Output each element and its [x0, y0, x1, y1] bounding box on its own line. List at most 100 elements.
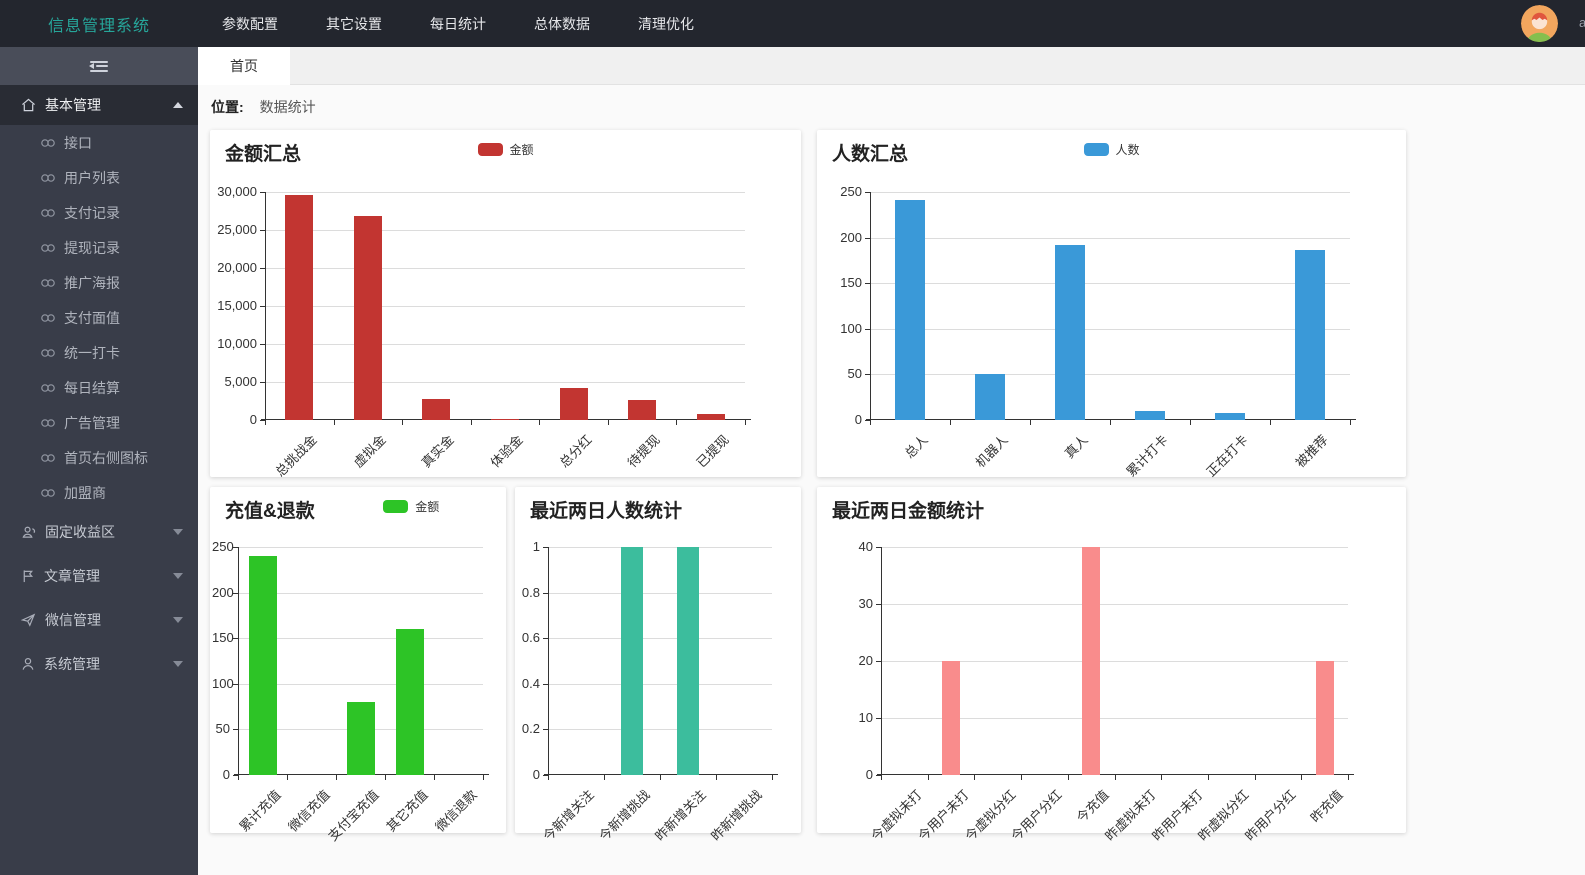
y-axis-label: 0 — [212, 412, 257, 427]
menu-item-other-settings[interactable]: 其它设置 — [302, 0, 406, 47]
top-navbar: 信息管理系统 参数配置 其它设置 每日统计 总体数据 清理优化 a — [0, 0, 1585, 47]
bar[interactable] — [1135, 411, 1165, 420]
sidebar-item-wechat-management[interactable]: 微信管理 — [0, 598, 198, 642]
bar[interactable] — [422, 399, 450, 420]
y-axis-label: 0 — [819, 767, 873, 782]
subitem-label: 提现记录 — [64, 238, 120, 258]
sidebar-collapse-toggle[interactable] — [0, 47, 198, 85]
bar[interactable] — [285, 195, 313, 420]
sidebar-subitem-daily-settlement[interactable]: 每日结算 — [0, 370, 198, 405]
chart-plot: 00.20.40.60.81今新增关注今新增挑战昨新增关注昨新增挑战 — [548, 547, 772, 775]
sidebar-subitem-payment-value[interactable]: 支付面值 — [0, 300, 198, 335]
y-axis-label: 5,000 — [212, 374, 257, 389]
sidebar: 基本管理 接口 用户列表 支付记录 提现记录 推广海报 — [0, 47, 198, 875]
x-axis-tick — [1348, 775, 1349, 780]
bar[interactable] — [1215, 413, 1245, 420]
sidebar-item-label: 系统管理 — [44, 654, 100, 674]
subitem-label: 广告管理 — [64, 413, 120, 433]
sidebar-item-fixed-income[interactable]: 固定收益区 — [0, 510, 198, 554]
sidebar-item-label: 基本管理 — [45, 95, 101, 115]
bar[interactable] — [677, 547, 699, 775]
bar[interactable] — [1316, 661, 1334, 775]
chart-title: 金额汇总 — [225, 139, 301, 166]
sidebar-item-system-management[interactable]: 系统管理 — [0, 642, 198, 686]
x-axis-label: 昨用户分红 — [1208, 785, 1299, 875]
bar[interactable] — [249, 556, 277, 775]
bar[interactable] — [621, 547, 643, 775]
bar[interactable] — [1295, 250, 1325, 420]
bar[interactable] — [628, 400, 656, 420]
y-axis-label: 150 — [212, 630, 230, 645]
app-brand[interactable]: 信息管理系统 — [0, 12, 198, 36]
sidebar-item-basic-management[interactable]: 基本管理 — [0, 85, 198, 125]
bar[interactable] — [942, 661, 960, 775]
bar[interactable] — [975, 374, 1005, 420]
sidebar-subitem-unified-checkin[interactable]: 统一打卡 — [0, 335, 198, 370]
sidebar-subitem-payment-records[interactable]: 支付记录 — [0, 195, 198, 230]
x-axis-tick — [287, 775, 288, 780]
bar[interactable] — [1055, 245, 1085, 420]
bar[interactable] — [1082, 547, 1100, 775]
bar[interactable] — [354, 216, 382, 420]
y-axis-label: 0.6 — [517, 630, 540, 645]
y-axis-label: 100 — [819, 321, 862, 336]
subitem-label: 支付面值 — [64, 308, 120, 328]
sidebar-subitem-withdraw-records[interactable]: 提现记录 — [0, 230, 198, 265]
chart-title: 充值&退款 — [225, 496, 315, 523]
y-axis-label: 10,000 — [212, 336, 257, 351]
x-axis-label: 今充值 — [1021, 785, 1112, 875]
chevron-down-icon — [173, 661, 183, 667]
sidebar-subitem-home-right-icon[interactable]: 首页右侧图标 — [0, 440, 198, 475]
tab-home[interactable]: 首页 — [198, 47, 290, 85]
y-axis-label: 40 — [819, 539, 873, 554]
x-axis-tick — [928, 775, 929, 780]
bar[interactable] — [347, 702, 375, 775]
x-axis-tick — [1161, 775, 1162, 780]
sidebar-subitem-ad-management[interactable]: 广告管理 — [0, 405, 198, 440]
x-axis-tick — [471, 420, 472, 425]
sidebar-subitem-promo-poster[interactable]: 推广海报 — [0, 265, 198, 300]
sidebar-item-label: 固定收益区 — [45, 522, 115, 542]
sidebar-item-article-management[interactable]: 文章管理 — [0, 554, 198, 598]
subitem-label: 支付记录 — [64, 203, 120, 223]
subitem-label: 用户列表 — [64, 168, 120, 188]
flag-icon — [21, 569, 35, 583]
y-axis-label: 150 — [819, 275, 862, 290]
user-avatar[interactable] — [1521, 5, 1558, 42]
username-text[interactable]: a — [1579, 15, 1585, 33]
chart-legend[interactable]: 金额 — [383, 498, 439, 515]
menu-item-overall-data[interactable]: 总体数据 — [510, 0, 614, 47]
bar[interactable] — [697, 414, 725, 420]
menu-item-cleanup-optimize[interactable]: 清理优化 — [614, 0, 718, 47]
menu-item-daily-stats[interactable]: 每日统计 — [406, 0, 510, 47]
subitem-label: 每日结算 — [64, 378, 120, 398]
bar[interactable] — [895, 200, 925, 420]
gridline — [548, 547, 772, 548]
x-axis-tick — [1350, 420, 1351, 425]
chart-title: 人数汇总 — [832, 139, 908, 166]
x-axis-tick — [870, 420, 871, 425]
gridline — [548, 593, 772, 594]
gridline — [870, 192, 1350, 193]
sidebar-subitem-api[interactable]: 接口 — [0, 125, 198, 160]
y-axis-label: 0.4 — [517, 676, 540, 691]
x-axis-tick — [483, 775, 484, 780]
gridline — [265, 230, 745, 231]
chart-card-two-day-people: 最近两日人数统计 00.20.40.60.81今新增关注今新增挑战昨新增关注昨新… — [515, 487, 801, 833]
x-axis-line — [544, 774, 778, 775]
chart-legend[interactable]: 金额 — [477, 141, 533, 158]
bar[interactable] — [491, 419, 519, 420]
bar[interactable] — [560, 388, 588, 420]
chevron-down-icon — [173, 529, 183, 535]
menu-item-param-config[interactable]: 参数配置 — [198, 0, 302, 47]
x-axis-tick — [1190, 420, 1191, 425]
chart-legend[interactable]: 人数 — [1083, 141, 1139, 158]
y-axis-label: 100 — [212, 676, 230, 691]
sidebar-item-label: 微信管理 — [45, 610, 101, 630]
subitem-label: 推广海报 — [64, 273, 120, 293]
gridline — [881, 604, 1348, 605]
sidebar-subitem-user-list[interactable]: 用户列表 — [0, 160, 198, 195]
bar[interactable] — [396, 629, 424, 775]
sidebar-subitem-franchisee[interactable]: 加盟商 — [0, 475, 198, 510]
subitem-label: 接口 — [64, 133, 92, 153]
